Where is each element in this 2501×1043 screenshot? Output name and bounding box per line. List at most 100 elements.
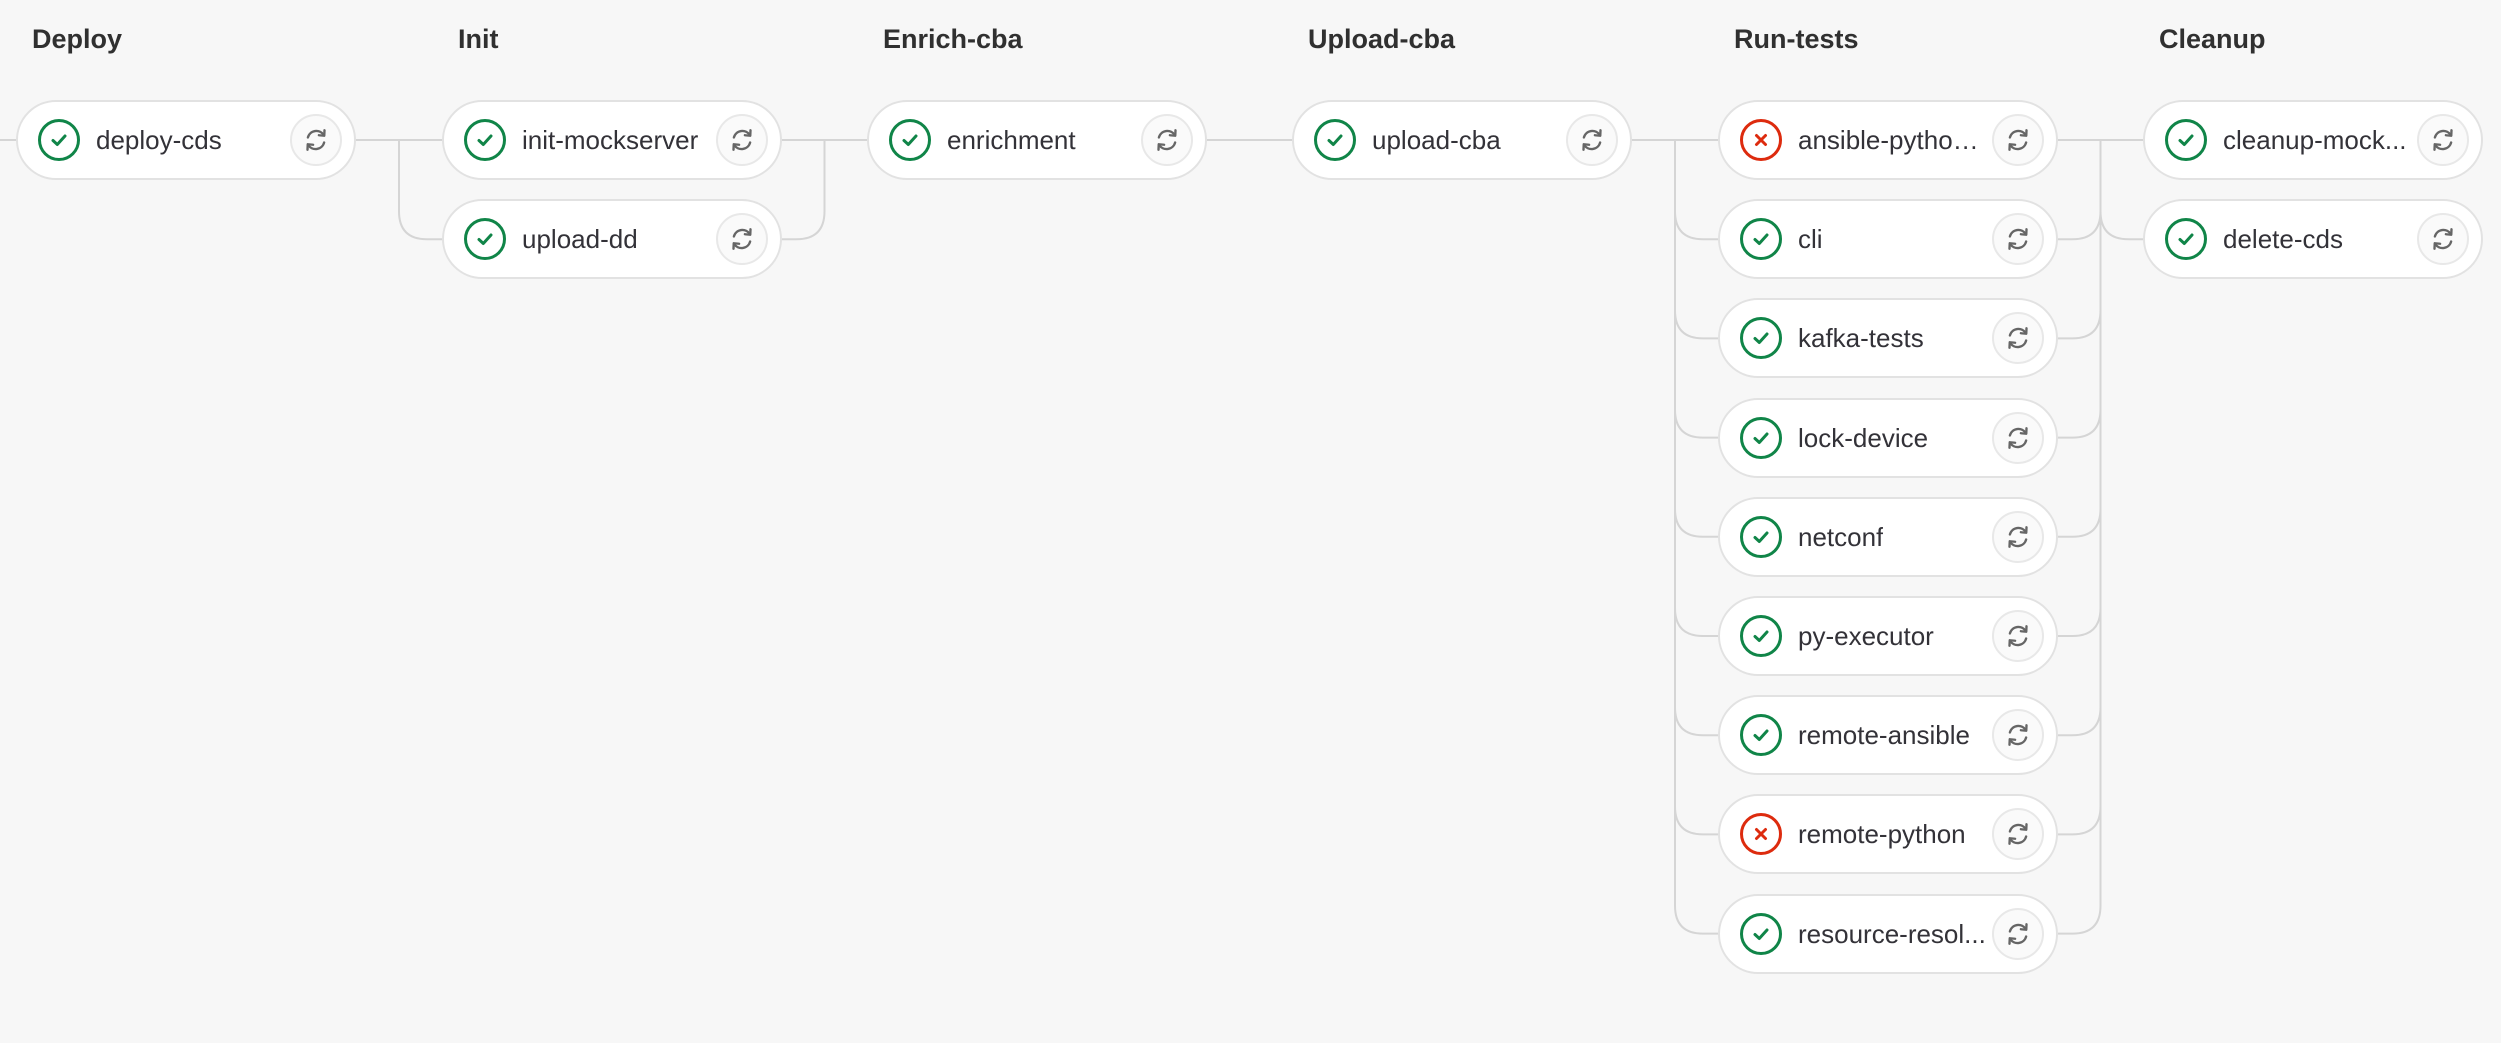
job-cleanup-mock[interactable]: cleanup-mock...	[2143, 100, 2483, 180]
retry-icon	[2433, 129, 2453, 151]
retry-icon	[2008, 327, 2028, 350]
connector-line	[1674, 140, 1718, 241]
retry-button[interactable]	[1141, 114, 1193, 166]
job-upload-cba[interactable]: upload-cba	[1292, 100, 1632, 180]
check-circle-icon	[1740, 615, 1782, 657]
retry-button[interactable]	[2417, 213, 2469, 266]
retry-icon	[1582, 129, 1602, 151]
retry-icon	[2008, 129, 2028, 151]
stage-title: Upload-cba	[1308, 24, 1456, 54]
connector-line	[2058, 140, 2102, 935]
job-name: upload-cba	[1372, 125, 1501, 155]
connector-line	[2058, 140, 2102, 637]
x-circle-icon	[1740, 813, 1782, 856]
job-name: deploy-cds	[96, 125, 222, 155]
stage-title: Cleanup	[2159, 24, 2266, 54]
job-resource-resol[interactable]: resource-resol...	[1718, 893, 2058, 974]
job-kafka-tests[interactable]: kafka-tests	[1718, 298, 2058, 379]
job-name: remote-python	[1798, 819, 1966, 850]
check-circle-icon	[1740, 416, 1782, 459]
retry-button[interactable]	[716, 114, 768, 166]
connector-line	[2058, 140, 2102, 439]
job-ansible-python[interactable]: ansible-python...	[1718, 100, 2058, 180]
retry-button[interactable]	[1992, 114, 2044, 166]
job-name: py-executor	[1798, 621, 1934, 651]
job-name: lock-device	[1798, 422, 1929, 453]
connector-line	[398, 140, 442, 241]
job-name: init-mockserver	[522, 125, 699, 155]
check-circle-icon	[1314, 119, 1356, 161]
retry-button[interactable]	[1992, 709, 2044, 762]
connector-line	[2058, 140, 2102, 340]
connector-line	[1674, 140, 1718, 737]
job-deploy-cds[interactable]: deploy-cds	[16, 100, 356, 180]
retry-button[interactable]	[1992, 213, 2044, 266]
check-circle-icon	[2165, 119, 2207, 161]
retry-button[interactable]	[1992, 907, 2044, 960]
retry-button[interactable]	[1992, 610, 2044, 662]
connector-line	[1674, 140, 1718, 836]
job-name: resource-resol...	[1798, 918, 1986, 949]
job-cli[interactable]: cli	[1718, 199, 2058, 280]
retry-icon	[2008, 625, 2028, 647]
job-name: netconf	[1798, 521, 1884, 552]
retry-icon	[306, 129, 326, 151]
stage-title: Init	[458, 24, 499, 54]
check-circle-icon	[889, 119, 931, 161]
retry-button[interactable]	[2417, 114, 2469, 166]
connector-line	[2058, 140, 2102, 538]
stage-title: Enrich-cba	[883, 24, 1023, 54]
job-name: remote-ansible	[1798, 720, 1970, 751]
retry-icon	[2008, 426, 2028, 449]
check-circle-icon	[1740, 515, 1782, 558]
job-upload-dd[interactable]: upload-dd	[442, 199, 782, 280]
check-circle-icon	[1740, 317, 1782, 360]
connector-line	[1674, 140, 1718, 439]
retry-button[interactable]	[1566, 114, 1618, 166]
retry-icon	[2008, 724, 2028, 747]
retry-button[interactable]	[1992, 510, 2044, 563]
job-name: cli	[1798, 224, 1823, 255]
stage-title: Run-tests	[1734, 24, 1859, 54]
retry-button[interactable]	[290, 114, 342, 166]
job-enrichment[interactable]: enrichment	[867, 100, 1207, 180]
retry-button[interactable]	[1992, 312, 2044, 365]
job-name: kafka-tests	[1798, 323, 1924, 354]
connector-line	[1674, 140, 1718, 538]
connector-line	[1674, 140, 1718, 935]
retry-icon	[1157, 129, 1177, 151]
job-name: delete-cds	[2223, 224, 2343, 255]
retry-button[interactable]	[1992, 411, 2044, 464]
retry-icon	[2008, 823, 2028, 846]
stage-title: Deploy	[32, 24, 123, 54]
retry-icon	[732, 129, 752, 151]
check-circle-icon	[1740, 912, 1782, 955]
check-circle-icon	[464, 119, 506, 161]
job-netconf[interactable]: netconf	[1718, 496, 2058, 577]
job-name: enrichment	[947, 125, 1076, 155]
job-py-executor[interactable]: py-executor	[1718, 596, 2058, 676]
retry-icon	[2433, 228, 2453, 251]
retry-button[interactable]	[1992, 808, 2044, 861]
check-circle-icon	[1740, 714, 1782, 757]
connector-line	[782, 140, 826, 241]
retry-button[interactable]	[716, 213, 768, 266]
connector-line	[2099, 140, 2143, 241]
stage-connectors	[0, 139, 2143, 935]
x-circle-icon	[1740, 119, 1782, 161]
check-circle-icon	[2165, 218, 2207, 261]
connector-line	[2058, 140, 2102, 241]
retry-icon	[732, 228, 752, 251]
job-init-mockserver[interactable]: init-mockserver	[442, 100, 782, 180]
job-lock-device[interactable]: lock-device	[1718, 397, 2058, 478]
retry-icon	[2008, 228, 2028, 251]
job-remote-python[interactable]: remote-python	[1718, 794, 2058, 875]
check-circle-icon	[464, 218, 506, 261]
connector-line	[2058, 140, 2102, 836]
job-name: upload-dd	[522, 224, 638, 255]
check-circle-icon	[38, 119, 80, 161]
job-remote-ansible[interactable]: remote-ansible	[1718, 695, 2058, 776]
job-delete-cds[interactable]: delete-cds	[2143, 199, 2483, 280]
connector-line	[2058, 140, 2102, 737]
connector-line	[1674, 140, 1718, 340]
